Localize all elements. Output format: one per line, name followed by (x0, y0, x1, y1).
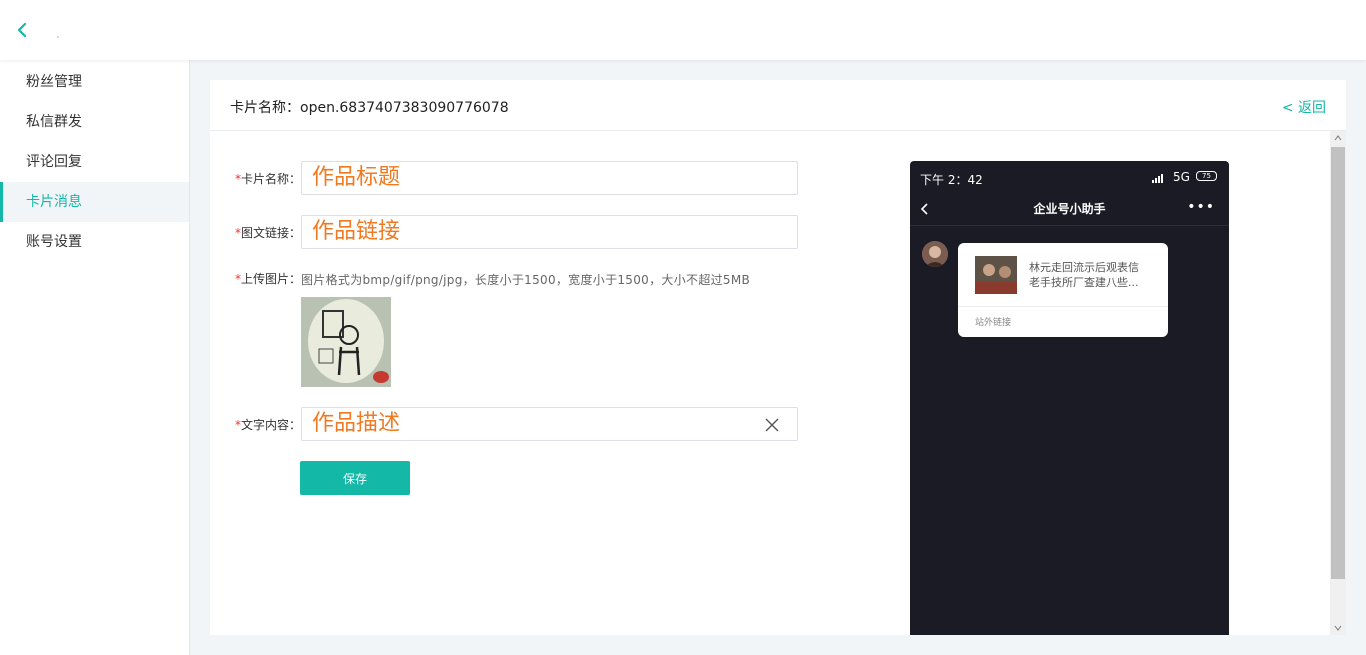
battery-icon: 75 (1196, 171, 1217, 181)
scrollbar-thumb[interactable] (1331, 147, 1345, 579)
phone-preview: 下午 2：42 5G 75 企业号小助手 ••• 林元走回流示后观表信 老手技所… (910, 161, 1229, 635)
form-row-card-name: *卡片名称： (230, 161, 301, 195)
message-card-footer: 站外链接 (975, 318, 1012, 328)
upload-hint: 图片格式为bmp/gif/png/jpg，长度小于1500，宽度小于1500，大… (301, 273, 751, 287)
page-title-prefix: 卡片名称： (230, 100, 300, 116)
phone-nav-title: 企业号小助手 (1033, 202, 1106, 216)
avatar (922, 241, 948, 267)
text-label: *文字内容： (234, 417, 301, 432)
link-value: 作品链接 (312, 219, 401, 244)
uploaded-image-thumbnail[interactable] (301, 297, 391, 387)
message-card[interactable]: 林元走回流示后观表信 老手技所厂查建八些... 站外链接 (958, 243, 1168, 337)
page-title-value: open.6837407383090776078 (300, 100, 509, 116)
upload-label: *上传图片： (234, 271, 301, 286)
main-header: 卡片名称：open.6837407383090776078 < 返回 (210, 80, 1346, 131)
phone-status-bar: 下午 2：42 5G 75 (910, 161, 1229, 195)
sidebar-item-private-message[interactable]: 私信群发 (0, 102, 189, 142)
vertical-scrollbar[interactable] (1330, 131, 1346, 635)
scroll-up-icon[interactable] (1330, 131, 1346, 145)
return-link[interactable]: < 返回 (1282, 97, 1326, 117)
back-chevron-icon[interactable] (12, 20, 32, 40)
divider-dot (57, 36, 59, 38)
more-icon[interactable]: ••• (1187, 199, 1215, 215)
text-content-value: 作品描述 (312, 411, 401, 436)
message-card-text: 林元走回流示后观表信 老手技所厂查建八些... (1029, 260, 1154, 290)
message-card-thumbnail (975, 256, 1017, 294)
message-line-2: 老手技所厂查建八些... (1029, 276, 1139, 289)
sidebar: 粉丝管理 私信群发 评论回复 卡片消息 账号设置 (0, 60, 190, 655)
message-line-1: 林元走回流示后观表信 (1029, 261, 1139, 274)
signal-icon (1152, 172, 1164, 186)
network-label: 5G (1173, 170, 1190, 184)
main-panel: 卡片名称：open.6837407383090776078 < 返回 *卡片名称… (210, 80, 1346, 635)
scroll-down-icon[interactable] (1330, 621, 1346, 635)
text-content-input[interactable]: 作品描述 (301, 407, 798, 441)
link-label: *图文链接： (234, 225, 301, 240)
sidebar-item-fans[interactable]: 粉丝管理 (0, 62, 189, 102)
message-card-divider (958, 306, 1168, 307)
clear-icon[interactable] (765, 417, 779, 432)
sidebar-item-account-settings[interactable]: 账号设置 (0, 222, 189, 262)
page-title: 卡片名称：open.6837407383090776078 (230, 97, 509, 117)
save-button[interactable]: 保存 (300, 461, 410, 495)
form-row-link: *图文链接： (230, 215, 301, 249)
link-input[interactable]: 作品链接 (301, 215, 798, 249)
form-row-upload: *上传图片： (230, 269, 301, 287)
top-bar (0, 0, 1366, 60)
card-name-value: 作品标题 (312, 165, 401, 190)
sidebar-item-comment-reply[interactable]: 评论回复 (0, 142, 189, 182)
card-name-input[interactable]: 作品标题 (301, 161, 798, 195)
sidebar-item-card-message[interactable]: 卡片消息 (0, 182, 189, 222)
phone-nav-bar: 企业号小助手 ••• (910, 195, 1229, 226)
card-name-label: *卡片名称： (234, 171, 301, 186)
form-row-text: *文字内容： (230, 407, 301, 441)
status-time: 下午 2：42 (920, 173, 983, 187)
